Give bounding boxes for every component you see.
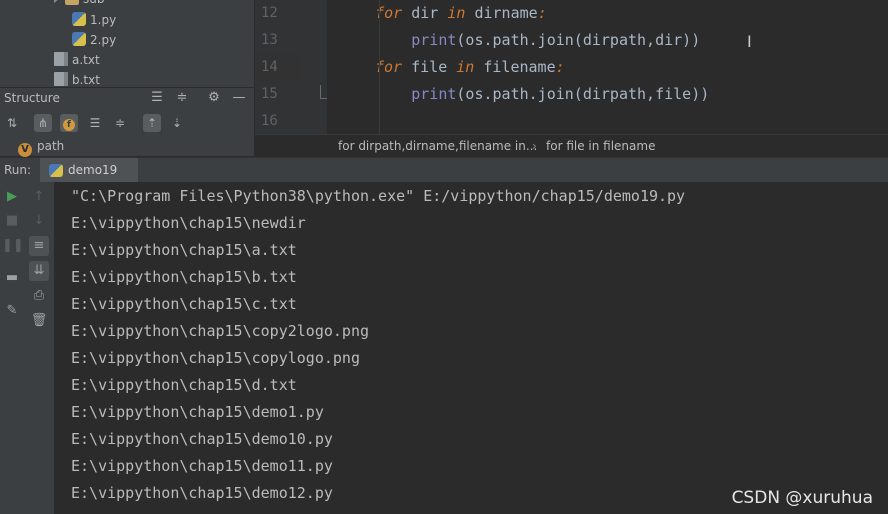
code-line: print(os.path.join(dirpath,dir)) [411,31,701,49]
layout-icon[interactable]: ▬ [2,268,22,288]
python-icon [49,164,63,177]
text-file-icon [54,52,68,66]
breadcrumb: for dirpath,dirname,filename in... › for… [255,134,888,157]
console-line: "C:\Program Files\Python38\python.exe" E… [71,187,686,205]
console-line: E:\vippython\chap15\newdir [71,214,306,232]
variable-badge-icon: V [18,143,32,157]
code-line: for file in filename: [375,58,565,76]
show-properties-icon[interactable]: ⋔ [34,114,52,132]
autoscroll-to-source-icon[interactable]: ⇡ [143,114,161,132]
editor-gutter: 12 13 14 15 16 [255,0,330,134]
autoscroll-from-source-icon[interactable]: ⇣ [168,114,186,132]
line-number: 13 [261,32,278,48]
structure-panel-header: Structure ☰ ≑ ⚙ — [0,87,254,110]
collapse-icon[interactable]: ≑ [111,114,129,132]
project-tree: sub 1.py 2.py a.txt b.txt [0,0,254,87]
stop-icon[interactable]: ■ [2,211,22,231]
run-panel-header: Run: demo19 [0,157,888,183]
run-tab-label: demo19 [68,163,118,177]
breadcrumb-separator-icon: › [532,139,537,153]
console-line: E:\vippython\chap15\demo11.py [71,457,333,475]
console-line: E:\vippython\chap15\a.txt [71,241,297,259]
minimize-icon[interactable]: — [232,91,246,105]
gear-icon[interactable]: ⚙ [207,91,221,105]
structure-item[interactable]: Vpath [18,138,65,157]
structure-tree: Vpath [0,136,254,157]
expand-arrow-icon[interactable] [54,0,59,3]
expand-all-icon[interactable]: ☰ [150,91,164,105]
tree-item-file[interactable]: a.txt [54,50,100,70]
run-label: Run: [4,163,32,177]
run-toolbar: ▶ ↑ ■ ↓ ❚❚ ≡ ▬ ⇊ ⎙ ✎ 🗑 [0,182,54,514]
console-output[interactable]: "C:\Program Files\Python38\python.exe" E… [54,182,888,514]
console-line: E:\vippython\chap15\copy2logo.png [71,322,370,340]
python-file-icon [72,12,86,26]
scroll-to-end-icon[interactable]: ⇊ [29,261,49,281]
line-number: 15 [261,86,278,102]
collapse-all-icon[interactable]: ≑ [175,91,189,105]
panel-title: Structure [4,91,60,105]
python-file-icon [72,32,86,46]
code-editor[interactable]: for dir in dirname: print(os.path.join(d… [327,0,888,134]
console-line: E:\vippython\chap15\demo12.py [71,484,333,502]
print-icon[interactable]: ⎙ [29,286,49,306]
code-line: for dir in dirname: [375,4,547,22]
line-number: 14 [255,54,301,81]
pin-icon[interactable]: ✎ [2,301,22,321]
rerun-icon[interactable]: ▶ [2,187,22,207]
console-line: E:\vippython\chap15\b.txt [71,268,297,286]
text-file-icon [54,72,68,86]
breadcrumb-item[interactable]: for dirpath,dirname,filename in... [338,139,537,153]
pause-icon[interactable]: ❚❚ [2,236,24,256]
console-line: E:\vippython\chap15\c.txt [71,295,297,313]
breadcrumb-item[interactable]: for file in filename [546,139,655,153]
indent-guide [379,0,380,134]
console-line: E:\vippython\chap15\d.txt [71,376,297,394]
text-cursor-icon: I [747,32,752,51]
watermark: CSDN @xuruhua [731,488,873,508]
folder-icon [65,0,79,5]
scroll-up-icon[interactable]: ↑ [29,187,49,207]
console-line: E:\vippython\chap15\demo10.py [71,430,333,448]
line-number: 16 [261,113,278,129]
expand-icon[interactable]: ☰ [86,114,104,132]
tree-item-file[interactable]: 2.py [72,30,116,50]
line-number: 12 [261,5,278,21]
tree-item-file[interactable]: 1.py [72,10,116,30]
sort-icon[interactable]: ⇅ [3,114,21,132]
scroll-down-icon[interactable]: ↓ [29,211,49,231]
structure-item-label: path [37,139,65,153]
code-line: print(os.path.join(dirpath,file)) [411,85,710,103]
show-fields-icon[interactable]: f [60,114,78,132]
console-line: E:\vippython\chap15\copylogo.png [71,349,360,367]
run-tab-demo19[interactable]: demo19 [40,158,138,183]
tree-item-folder[interactable]: sub [54,0,104,9]
structure-toolbar: ⇅ ⋔ f ☰ ≑ ⇡ ⇣ [0,110,254,136]
soft-wrap-icon[interactable]: ≡ [29,236,49,256]
console-line: E:\vippython\chap15\demo1.py [71,403,324,421]
trash-icon[interactable]: 🗑 [29,311,49,331]
